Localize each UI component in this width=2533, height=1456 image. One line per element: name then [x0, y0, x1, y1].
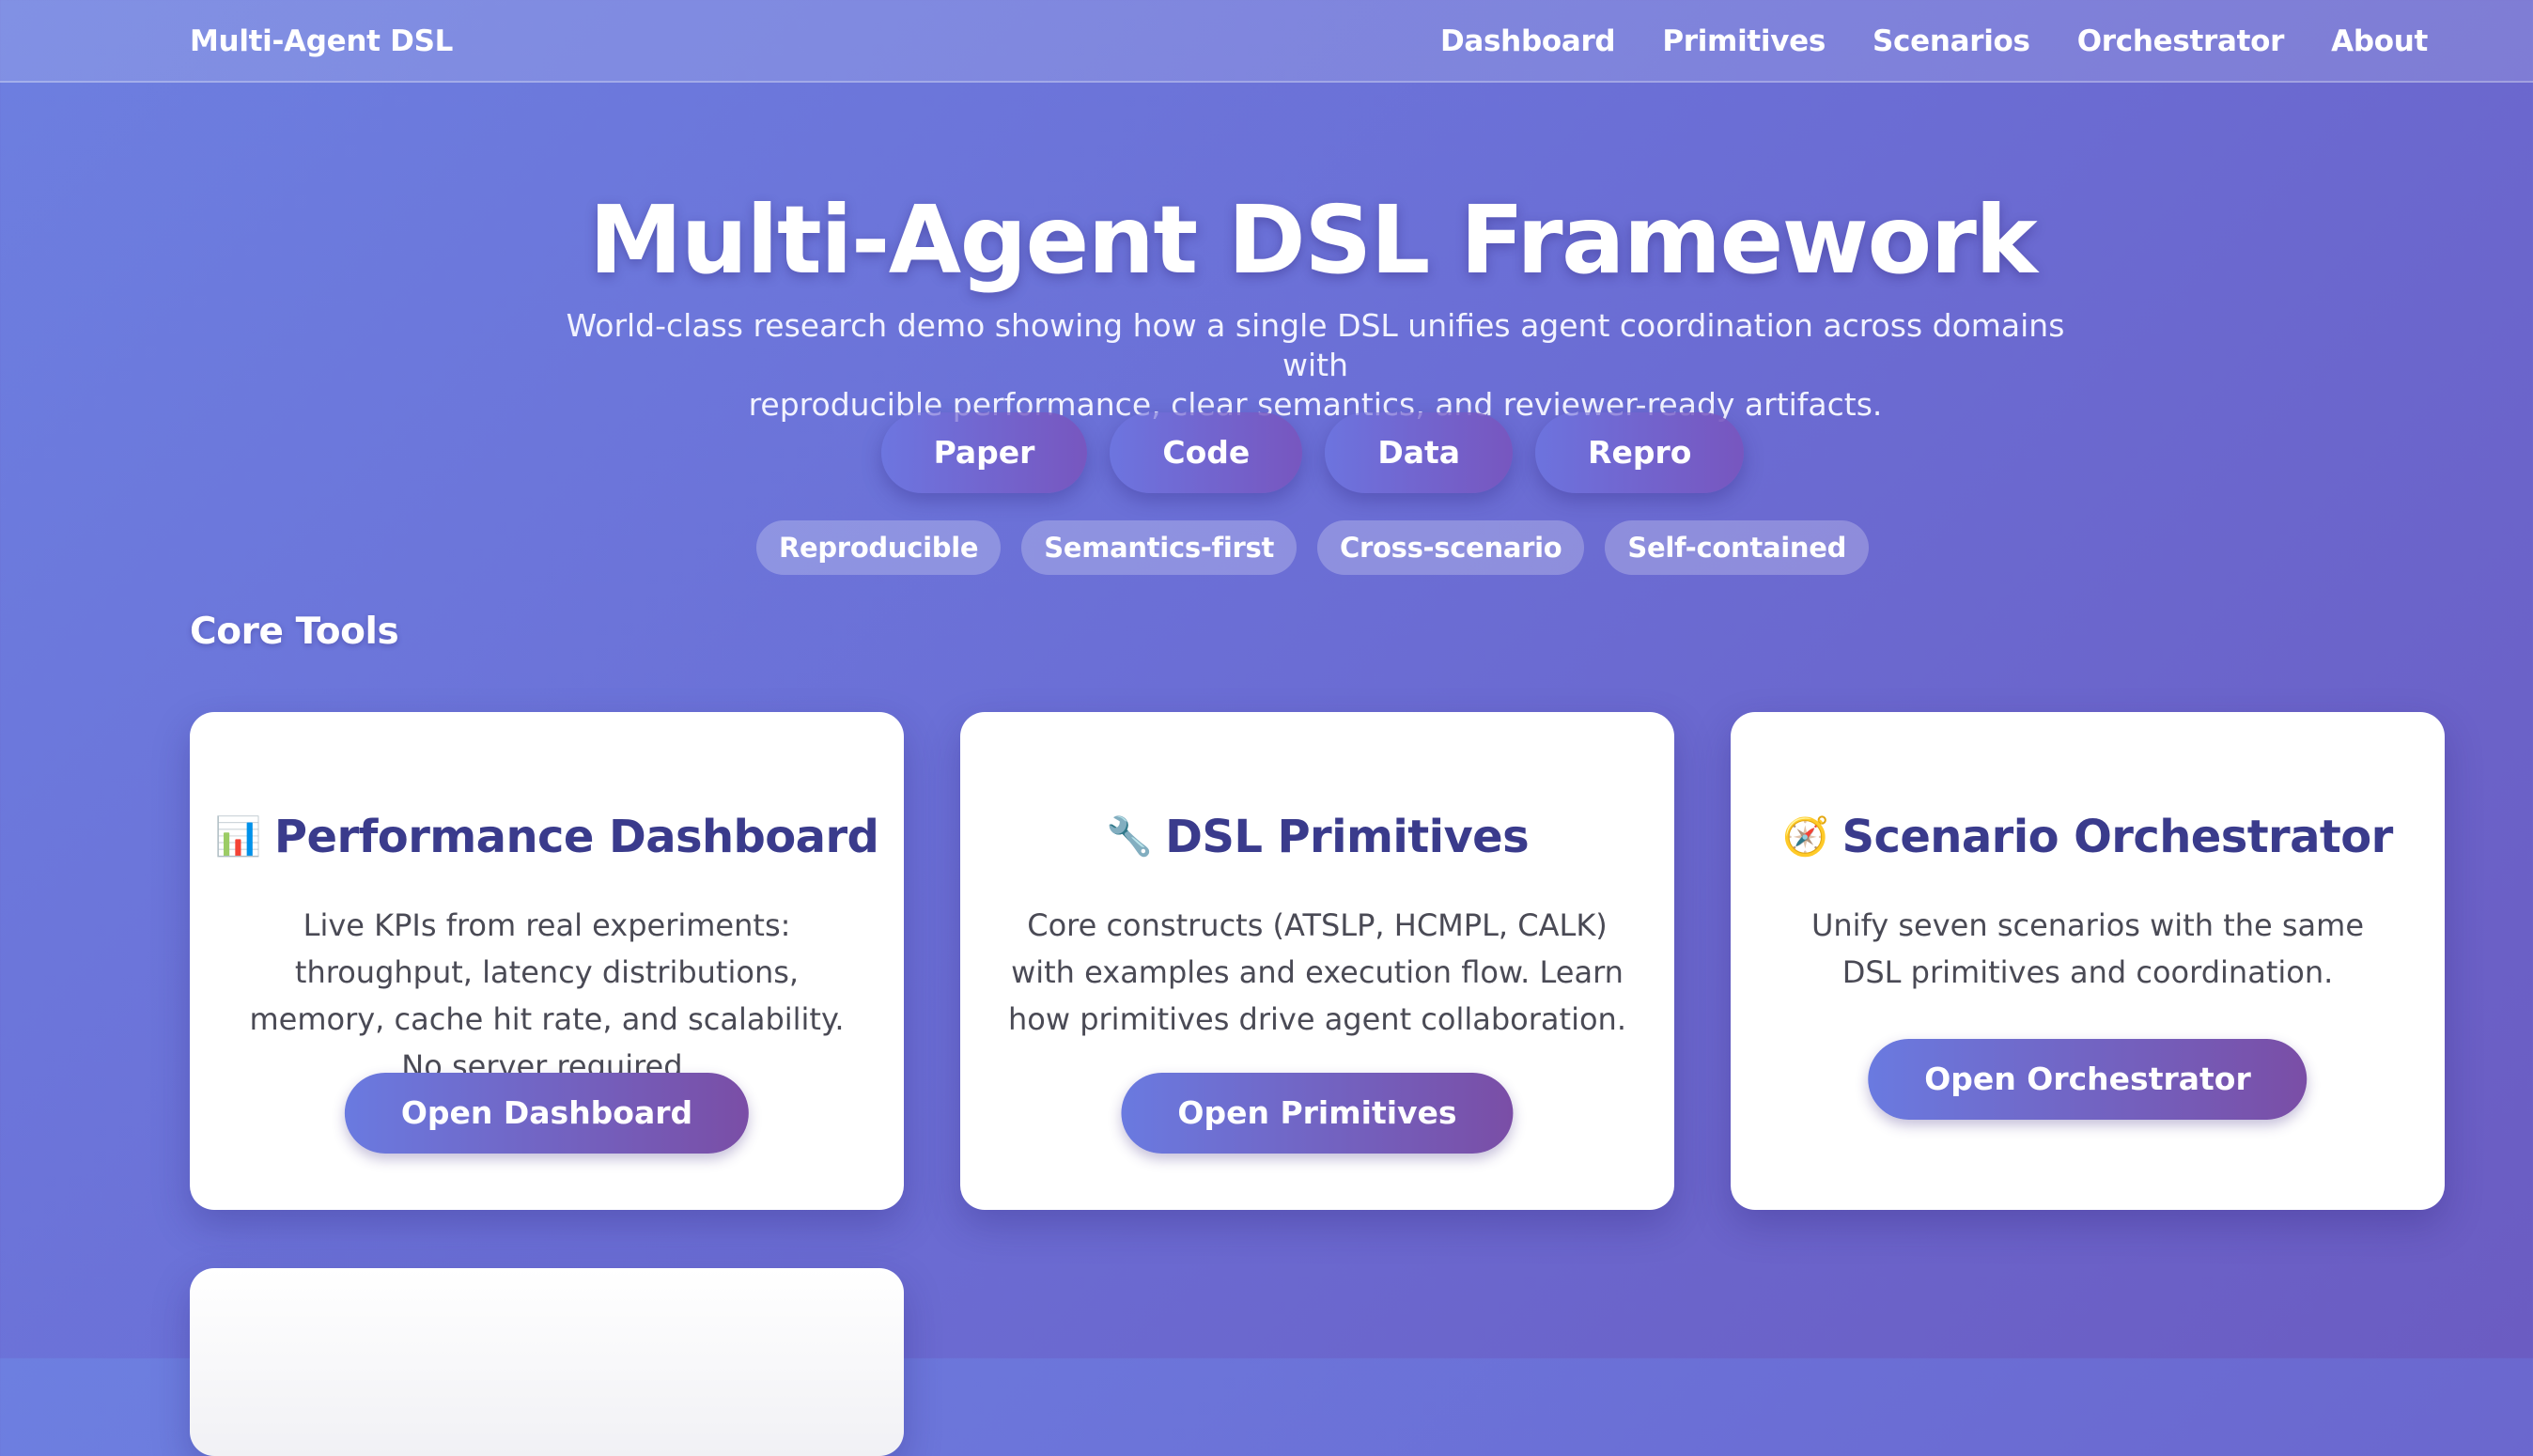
nav-link-scenarios[interactable]: Scenarios: [1873, 24, 2030, 58]
card-title: 📊 Performance Dashboard: [190, 811, 904, 863]
card-title: 🧭 Scenario Orchestrator: [1731, 811, 2445, 863]
nav-link-about[interactable]: About: [2331, 24, 2428, 58]
tag-reproducible: Reproducible: [755, 520, 1002, 575]
hero-buttons: Paper Code Data Repro: [0, 412, 2533, 493]
data-button[interactable]: Data: [1325, 412, 1514, 493]
open-dashboard-button[interactable]: Open Dashboard: [344, 1073, 750, 1154]
nav-link-dashboard[interactable]: Dashboard: [1440, 24, 1616, 58]
section-title: Core Tools: [190, 611, 399, 653]
wrench-icon: 🔧: [1105, 815, 1153, 859]
hero-subtitle: World-class research demo showing how a …: [564, 306, 2067, 425]
hero-title: Multi-Agent DSL Framework: [588, 185, 2038, 295]
paper-button[interactable]: Paper: [880, 412, 1088, 493]
compass-icon: 🧭: [1782, 815, 1829, 859]
card-dsl-primitives: 🔧 DSL Primitives Core constructs (ATSLP,…: [960, 712, 1674, 1210]
bar-chart-icon: 📊: [214, 815, 262, 859]
card-description: Unify seven scenarios with the same DSL …: [1810, 907, 2365, 990]
card-title-text: DSL Primitives: [1165, 811, 1530, 863]
code-button[interactable]: Code: [1110, 412, 1303, 493]
card-title-text: Performance Dashboard: [273, 811, 879, 863]
repro-button[interactable]: Repro: [1535, 412, 1745, 493]
card-description: Live KPIs from real experiments: through…: [249, 907, 845, 1084]
card-description: Core constructs (ATSLP, HCMPL, CALK) wit…: [1008, 907, 1626, 1037]
tag-cross-scenario: Cross-scenario: [1317, 520, 1585, 575]
card-scenario-orchestrator: 🧭 Scenario Orchestrator Unify seven scen…: [1731, 712, 2445, 1210]
card-title-text: Scenario Orchestrator: [1841, 811, 2394, 863]
brand-logo[interactable]: Multi-Agent DSL: [190, 0, 453, 83]
card-partial-bottom: [190, 1268, 904, 1456]
open-primitives-button[interactable]: Open Primitives: [1121, 1073, 1514, 1154]
nav-link-orchestrator[interactable]: Orchestrator: [2077, 24, 2285, 58]
nav-links: Dashboard Primitives Scenarios Orchestra…: [1440, 0, 2428, 83]
hero-subtitle-line-1: World-class research demo showing how a …: [566, 307, 2065, 383]
open-orchestrator-button[interactable]: Open Orchestrator: [1868, 1039, 2308, 1120]
top-nav: Multi-Agent DSL Dashboard Primitives Sce…: [0, 0, 2533, 83]
card-title: 🔧 DSL Primitives: [960, 811, 1674, 863]
tag-semantics-first: Semantics-first: [1021, 520, 1298, 575]
tag-self-contained: Self-contained: [1605, 520, 1870, 575]
nav-link-primitives[interactable]: Primitives: [1662, 24, 1826, 58]
feature-tags: Reproducible Semantics-first Cross-scena…: [0, 520, 2533, 575]
card-performance-dashboard: 📊 Performance Dashboard Live KPIs from r…: [190, 712, 904, 1210]
